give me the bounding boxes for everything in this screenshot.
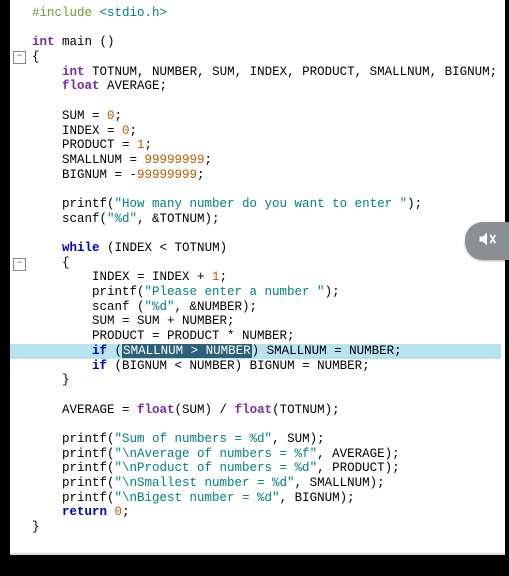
code-line[interactable]	[32, 94, 501, 109]
code-line[interactable]: #include <stdio.h>	[32, 6, 501, 21]
code-line[interactable]: printf("Please enter a number ");	[32, 285, 501, 300]
code-content[interactable]: #include <stdio.h>int main (){ int TOTNU…	[32, 6, 501, 535]
code-line[interactable]: {	[32, 50, 501, 65]
mute-button[interactable]	[465, 222, 509, 260]
code-line[interactable]: SUM = 0;	[32, 109, 501, 124]
code-editor[interactable]: −− #include <stdio.h>int main (){ int TO…	[10, 0, 505, 555]
code-line[interactable]: scanf ("%d", &NUMBER);	[32, 300, 501, 315]
code-line[interactable]: }	[32, 520, 501, 535]
code-line[interactable]: printf("\nBigest number = %d", BIGNUM);	[32, 491, 501, 506]
code-line[interactable]: printf("\nSmallest number = %d", SMALLNU…	[32, 476, 501, 491]
code-line[interactable]: BIGNUM = -99999999;	[32, 168, 501, 183]
code-line[interactable]: scanf("%d", &TOTNUM);	[32, 212, 501, 227]
code-line[interactable]: if (SMALLNUM > NUMBER) SMALLNUM = NUMBER…	[10, 344, 501, 359]
code-line[interactable]: INDEX = 0;	[32, 124, 501, 139]
code-line[interactable]	[32, 417, 501, 432]
code-line[interactable]: printf("Sum of numbers = %d", SUM);	[32, 432, 501, 447]
code-line[interactable]: INDEX = INDEX + 1;	[32, 270, 501, 285]
fold-toggle[interactable]: −	[13, 51, 26, 64]
code-line[interactable]: return 0;	[32, 505, 501, 520]
code-line[interactable]: int TOTNUM, NUMBER, SUM, INDEX, PRODUCT,…	[32, 65, 501, 80]
code-line[interactable]: SUM = SUM + NUMBER;	[32, 314, 501, 329]
code-line[interactable]	[32, 182, 501, 197]
code-line[interactable]: PRODUCT = PRODUCT * NUMBER;	[32, 329, 501, 344]
code-line[interactable]	[32, 388, 501, 403]
fold-gutter: −−	[10, 0, 28, 555]
fold-toggle[interactable]: −	[13, 258, 26, 271]
code-line[interactable]: printf("How many number do you want to e…	[32, 197, 501, 212]
code-line[interactable]: PRODUCT = 1;	[32, 138, 501, 153]
shadow	[10, 552, 505, 556]
code-line[interactable]: float AVERAGE;	[32, 79, 501, 94]
code-line[interactable]: }	[32, 373, 501, 388]
speaker-muted-icon	[477, 229, 497, 254]
code-line[interactable]: {	[32, 256, 501, 271]
code-line[interactable]: SMALLNUM = 99999999;	[32, 153, 501, 168]
code-line[interactable]	[32, 21, 501, 36]
code-line[interactable]: int main ()	[32, 35, 501, 50]
code-line[interactable]: AVERAGE = float(SUM) / float(TOTNUM);	[32, 403, 501, 418]
code-line[interactable]: if (BIGNUM < NUMBER) BIGNUM = NUMBER;	[32, 359, 501, 374]
code-line[interactable]: while (INDEX < TOTNUM)	[32, 241, 501, 256]
code-line[interactable]: printf("\nAverage of numbers = %f", AVER…	[32, 447, 501, 462]
code-line[interactable]	[32, 226, 501, 241]
code-line[interactable]: printf("\nProduct of numbers = %d", PROD…	[32, 461, 501, 476]
